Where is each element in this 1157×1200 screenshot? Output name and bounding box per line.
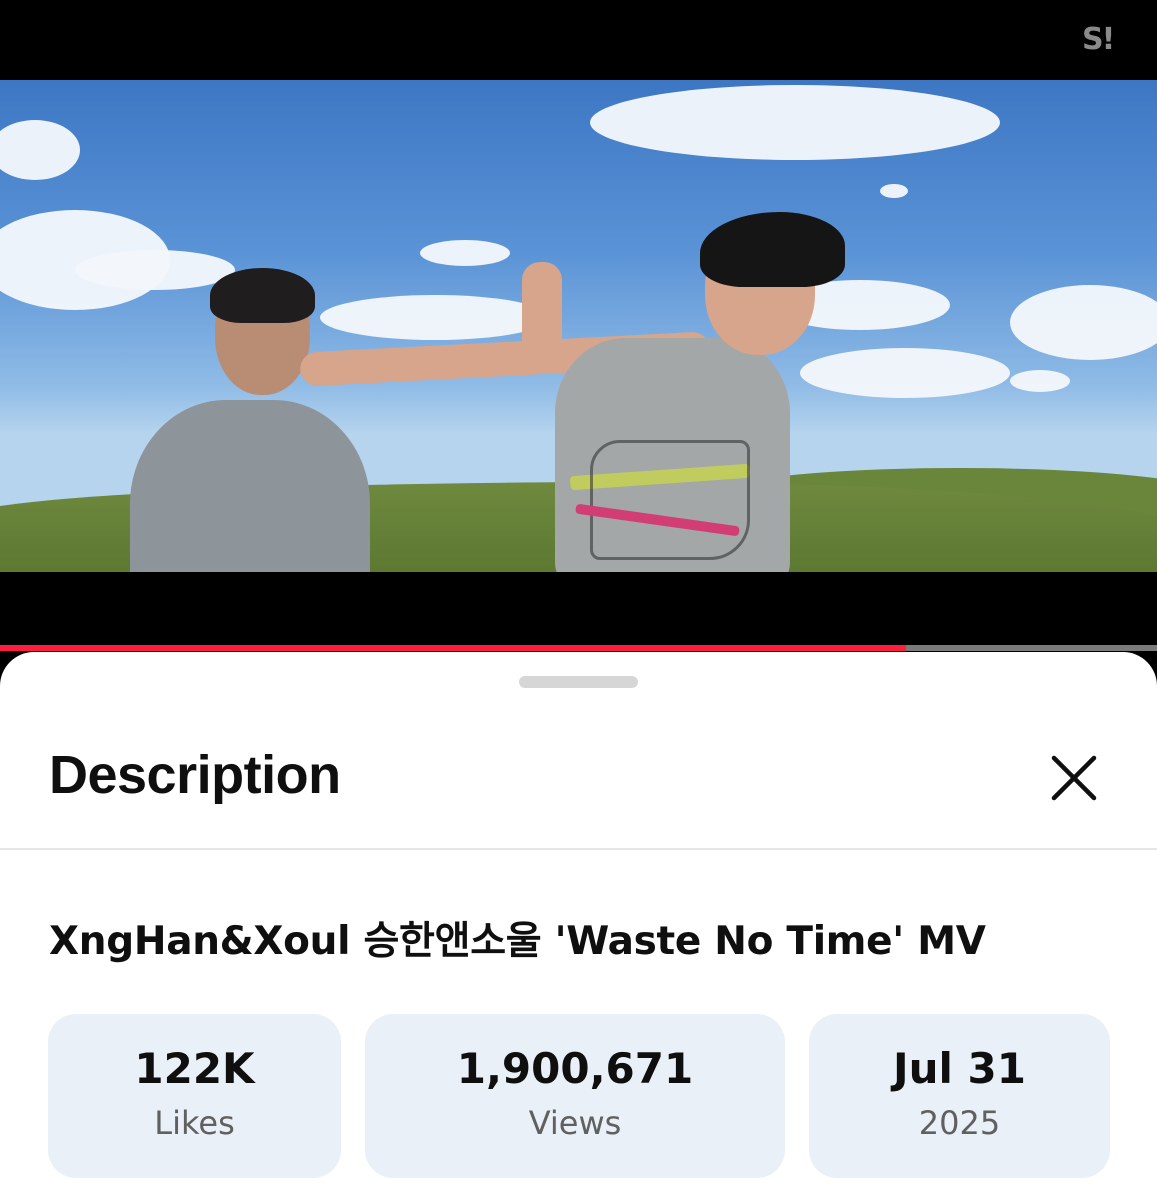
- cloud-shape: [75, 250, 235, 290]
- views-label: Views: [528, 1104, 622, 1142]
- video-progress-bar[interactable]: [0, 645, 1157, 651]
- views-count: 1,900,671: [456, 1044, 694, 1093]
- close-button[interactable]: [1042, 746, 1106, 810]
- likes-count: 122K: [134, 1044, 255, 1093]
- shirt-graphic: [590, 440, 750, 560]
- cloud-shape: [1010, 285, 1157, 360]
- cloud-shape: [1010, 370, 1070, 392]
- drag-handle[interactable]: [519, 676, 638, 688]
- left-dancer-body: [130, 400, 370, 572]
- video-player[interactable]: S!: [0, 0, 1157, 660]
- upload-date-stat: Jul 31 2025: [809, 1014, 1110, 1178]
- left-dancer-hair: [210, 268, 315, 323]
- upload-date: Jul 31: [893, 1044, 1026, 1093]
- right-dancer-hair: [700, 212, 845, 287]
- likes-label: Likes: [154, 1104, 235, 1142]
- video-frame[interactable]: [0, 80, 1157, 572]
- views-stat: 1,900,671 Views: [365, 1014, 785, 1178]
- right-dancer-raised-arm: [522, 262, 562, 372]
- divider: [0, 848, 1157, 850]
- description-sheet: Description XngHan&Xoul 승한앤소울 'Waste No …: [0, 652, 1157, 1200]
- cloud-shape: [0, 120, 80, 180]
- cloud-shape: [880, 184, 908, 198]
- cloud-shape: [320, 295, 550, 340]
- channel-watermark-logo: S!: [1082, 22, 1115, 57]
- video-progress-fill: [0, 645, 906, 651]
- likes-stat: 122K Likes: [48, 1014, 341, 1178]
- sheet-title: Description: [49, 745, 341, 805]
- close-icon: [1051, 755, 1097, 801]
- cloud-shape: [590, 85, 1000, 160]
- cloud-shape: [420, 240, 510, 266]
- video-title: XngHan&Xoul 승한앤소울 'Waste No Time' MV: [49, 919, 986, 964]
- upload-year: 2025: [918, 1104, 1001, 1142]
- cloud-shape: [800, 348, 1010, 398]
